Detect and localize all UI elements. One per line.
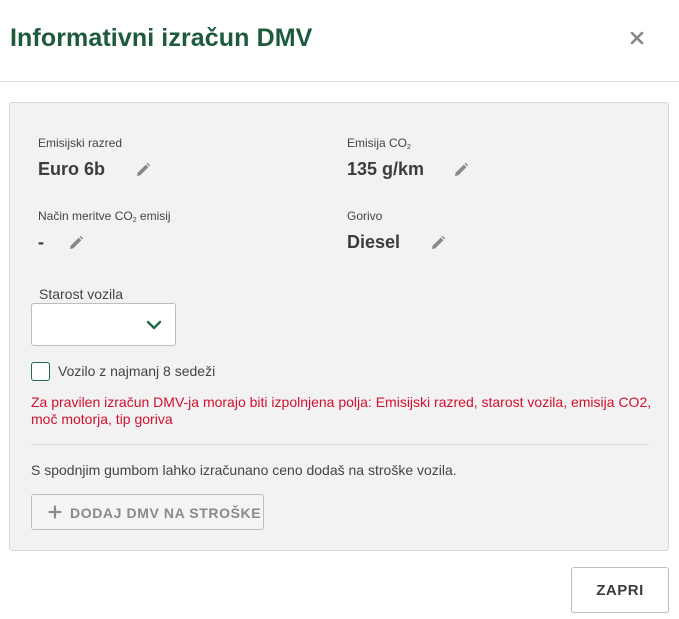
co2-emission-value: 135 g/km [347, 159, 425, 179]
co2-method-value: - [38, 232, 44, 252]
add-dmv-button-label: DODAJ DMV NA STROŠKE [70, 505, 262, 521]
divider [31, 444, 649, 445]
dmv-form-panel: Emisijski razred Euro 6b Emisija CO2 135… [9, 102, 669, 551]
seats-checkbox-label[interactable]: Vozilo z najmanj 8 sedeži [58, 363, 215, 379]
close-icon[interactable] [626, 26, 648, 50]
emission-class-label: Emisijski razred [38, 136, 123, 150]
edit-emission-class-icon[interactable] [135, 162, 151, 178]
edit-co2-emission-icon[interactable] [453, 162, 469, 178]
co2-method-label-text: Način meritve CO [38, 209, 133, 223]
fuel-value: Diesel [347, 232, 401, 252]
co2-emission-label-text: Emisija CO [347, 136, 408, 150]
close-button[interactable]: ZAPRI [571, 567, 669, 613]
co2-emission-label: Emisija CO2 [347, 136, 411, 151]
vehicle-age-select[interactable] [31, 303, 176, 346]
edit-co2-method-icon[interactable] [68, 235, 84, 251]
vehicle-age-label: Starost vozila [39, 286, 124, 302]
co2-method-label-rest: emisij [136, 209, 171, 223]
validation-error: Za pravilen izračun DMV-ja morajo biti i… [31, 394, 652, 427]
modal-header: Informativni izračun DMV [0, 0, 679, 82]
chevron-down-icon [146, 318, 162, 332]
co2-method-label: Način meritve CO2 emisij [38, 209, 171, 224]
close-button-label: ZAPRI [596, 582, 644, 599]
emission-class-value: Euro 6b [38, 159, 106, 179]
modal-title: Informativni izračun DMV [10, 24, 313, 52]
seats-checkbox[interactable] [31, 362, 50, 381]
co2-subscript: 2 [407, 144, 411, 151]
edit-fuel-icon[interactable] [430, 235, 446, 251]
plus-icon [48, 505, 62, 519]
info-text: S spodnjim gumbom lahko izračunano ceno … [31, 462, 457, 478]
add-dmv-to-costs-button[interactable]: DODAJ DMV NA STROŠKE [31, 494, 264, 530]
fuel-label: Gorivo [347, 209, 383, 223]
